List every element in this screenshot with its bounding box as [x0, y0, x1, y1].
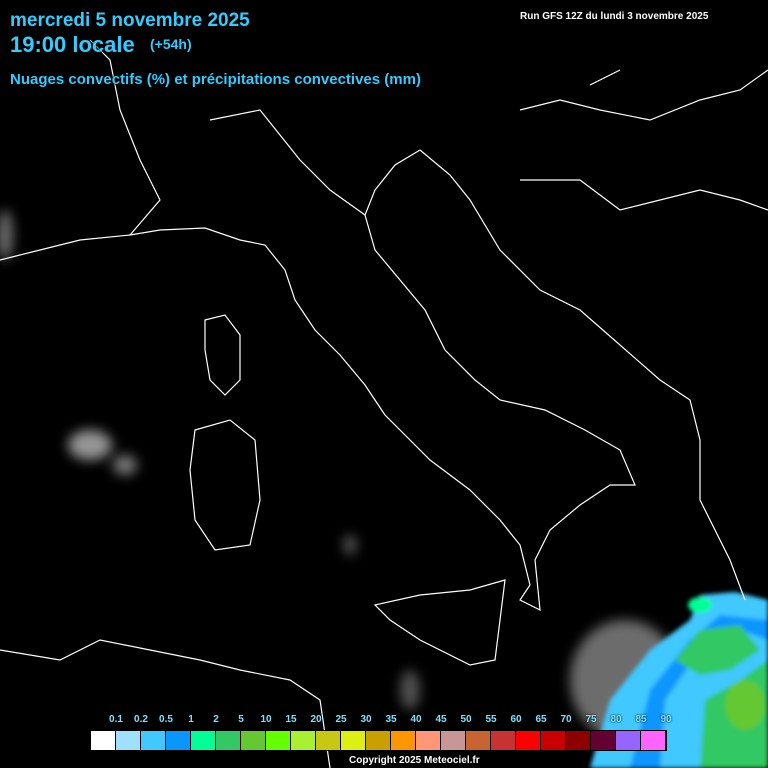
- legend-swatch: [191, 731, 216, 750]
- legend-label: 55: [485, 714, 497, 725]
- legend-label: 25: [335, 714, 347, 725]
- legend-label: 35: [385, 714, 397, 725]
- legend-label: 90: [660, 714, 672, 725]
- legend-swatch: [341, 731, 366, 750]
- legend-label: 80: [610, 714, 622, 725]
- legend-swatch: [141, 731, 166, 750]
- map-canvas: [0, 39, 768, 768]
- legend-swatch: [616, 731, 641, 750]
- legend-label: 60: [510, 714, 522, 725]
- legend-label: 30: [360, 714, 372, 725]
- legend-label: 50: [460, 714, 472, 725]
- legend-swatch: [216, 731, 241, 750]
- legend-label: 45: [435, 714, 447, 725]
- legend-swatch: [566, 731, 591, 750]
- legend-label: 85: [635, 714, 647, 725]
- legend-swatch: [241, 731, 266, 750]
- legend-label: 0.2: [134, 714, 148, 725]
- forecast-date: mercredi 5 novembre 2025: [10, 10, 250, 31]
- copyright: Copyright 2025 Meteociel.fr: [349, 755, 480, 766]
- weather-map: mercredi 5 novembre 2025 19:00 locale (+…: [0, 0, 768, 768]
- run-info: Run GFS 12Z du lundi 3 novembre 2025: [520, 11, 709, 22]
- legend-label: 0.1: [109, 714, 123, 725]
- legend-swatch: [641, 731, 666, 750]
- color-legend: [90, 730, 667, 751]
- legend-swatch: [116, 731, 141, 750]
- legend-label: 20: [310, 714, 322, 725]
- legend-swatch: [591, 731, 616, 750]
- parameter-title: Nuages convectifs (%) et précipitations …: [10, 71, 421, 88]
- legend-swatch: [316, 731, 341, 750]
- legend-label: 2: [213, 714, 219, 725]
- legend-swatch: [441, 731, 466, 750]
- legend-label: 70: [560, 714, 572, 725]
- legend-label: 5: [238, 714, 244, 725]
- legend-swatch: [266, 731, 291, 750]
- legend-swatch: [291, 731, 316, 750]
- legend-swatch: [366, 731, 391, 750]
- legend-swatch: [541, 731, 566, 750]
- forecast-step: (+54h): [150, 36, 192, 52]
- legend-swatch: [516, 731, 541, 750]
- legend-label: 75: [585, 714, 597, 725]
- legend-label: 15: [285, 714, 297, 725]
- legend-label: 10: [260, 714, 272, 725]
- legend-swatch: [391, 731, 416, 750]
- legend-swatch: [491, 731, 516, 750]
- forecast-hour: 19:00 locale: [10, 32, 135, 57]
- cloud-cover: [0, 210, 680, 740]
- legend-label: 65: [535, 714, 547, 725]
- legend-label: 1: [188, 714, 194, 725]
- legend-swatch: [91, 731, 116, 750]
- legend-swatch: [166, 731, 191, 750]
- legend-label: 40: [410, 714, 422, 725]
- legend-label: 0.5: [159, 714, 173, 725]
- legend-swatch: [466, 731, 491, 750]
- legend-swatch: [416, 731, 441, 750]
